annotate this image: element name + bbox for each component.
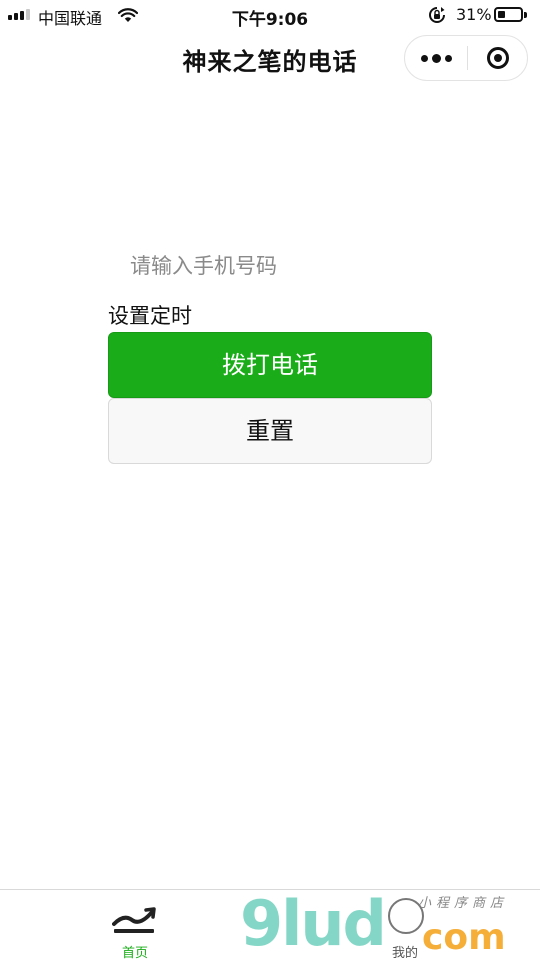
more-dot-icon <box>431 53 441 63</box>
tab-home[interactable]: 首页 <box>90 890 180 961</box>
timer-label[interactable]: 设置定时 <box>108 300 192 330</box>
battery-icon <box>494 7 523 22</box>
close-target-icon <box>487 47 509 69</box>
mini-program-capsule <box>404 35 528 81</box>
tab-mine[interactable]: 我的 <box>370 890 440 961</box>
tab-mine-label: 我的 <box>391 946 418 961</box>
trend-chart-icon <box>112 907 156 933</box>
rotation-lock-icon <box>428 6 446 28</box>
battery-level <box>498 11 505 18</box>
reset-button[interactable]: 重置 <box>108 398 432 464</box>
more-dot-icon <box>444 54 452 62</box>
more-dot-icon <box>420 54 428 62</box>
tab-bar: 首页 我的 <box>0 889 540 961</box>
tab-home-label: 首页 <box>121 946 148 961</box>
close-button[interactable] <box>468 36 528 80</box>
call-button[interactable]: 拨打电话 <box>108 332 432 398</box>
phone-number-input[interactable] <box>118 246 462 286</box>
status-bar: 中国联通 下午9:06 31% <box>0 0 540 30</box>
more-button[interactable] <box>405 36 467 80</box>
battery-tip <box>524 12 527 18</box>
battery-percent: 31% <box>456 5 492 24</box>
